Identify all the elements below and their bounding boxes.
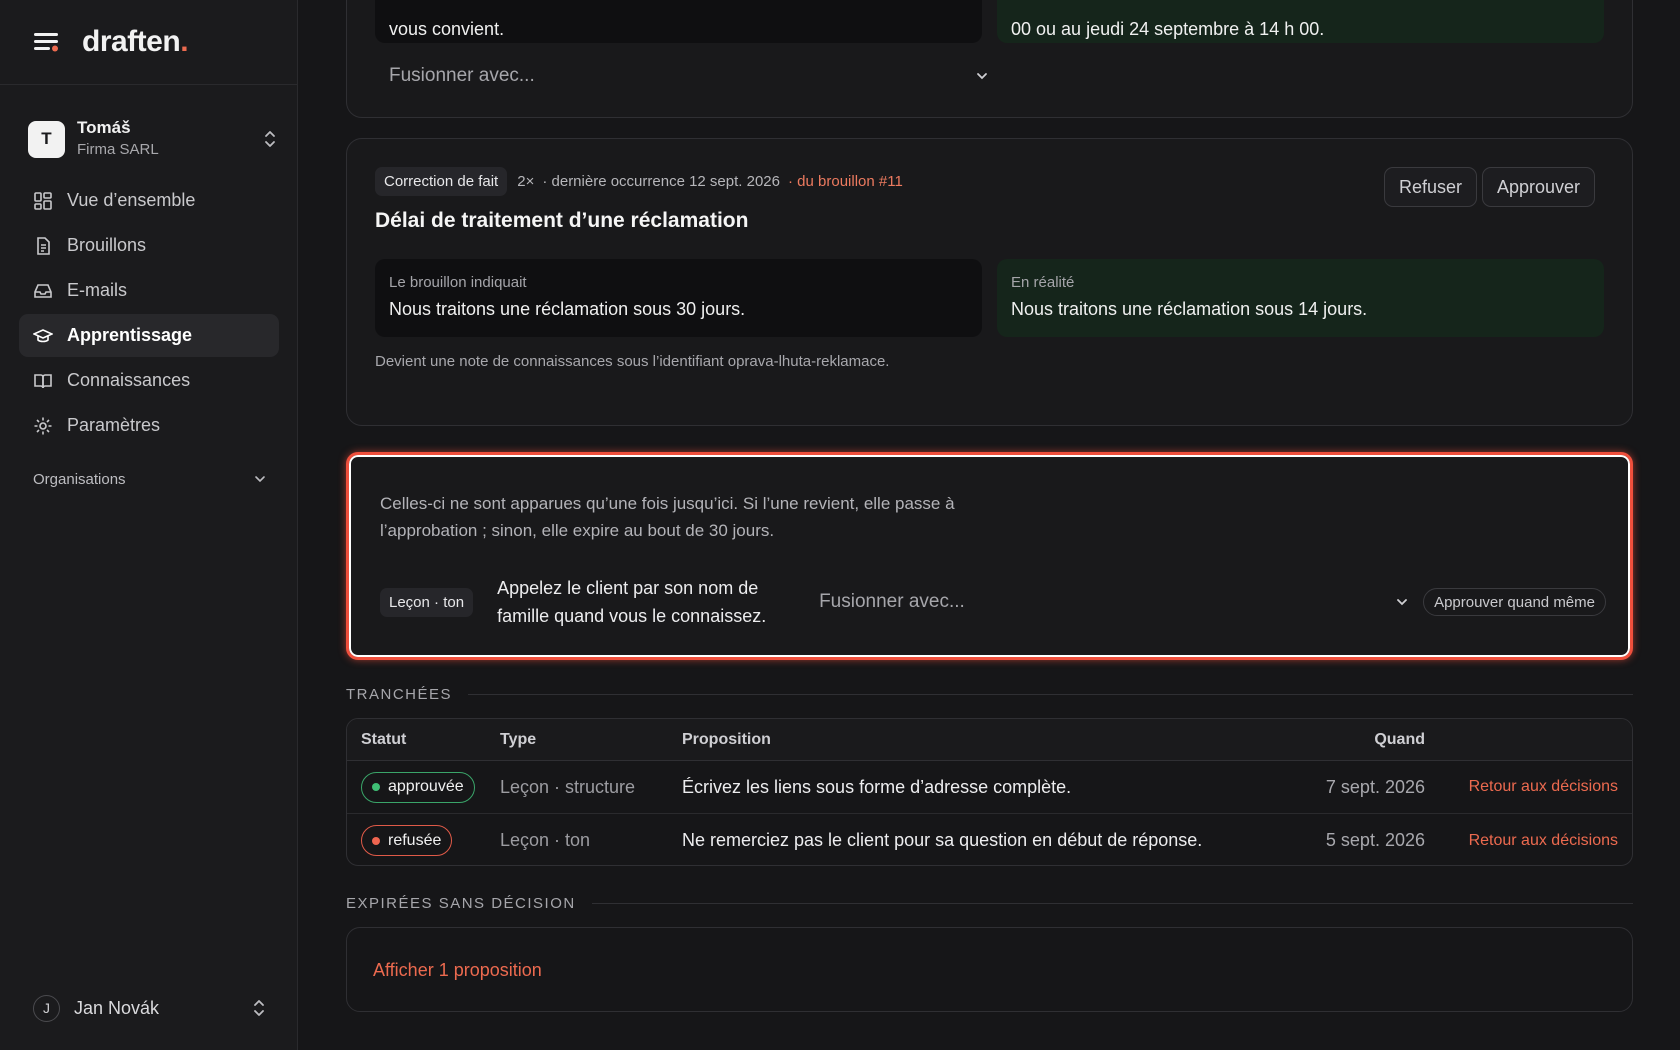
merge-with-select[interactable]: Fusionner avec... (389, 61, 989, 91)
reality-text: Nous traitons une réclamation sous 14 jo… (1011, 299, 1368, 319)
row-type: Leçon · ton (500, 830, 591, 850)
fact-correction-card: Correction de fait 2× · dernière occurre… (346, 138, 1633, 426)
single-card-inner: Celles-ci ne sont apparues qu’une fois j… (354, 460, 1625, 652)
status-badge: approuvée (361, 771, 475, 803)
organisations-label: Organisations (33, 470, 126, 488)
approve-anyway-button[interactable]: Approuver quand même (1423, 588, 1606, 616)
proposal-card-partial: vous convient. 00 ou au jeudi 24 septemb… (346, 0, 1633, 118)
lesson-text: Appelez le client par son nom de famille… (497, 578, 767, 626)
merge-select-value: Fusionner avec... (389, 65, 535, 86)
org-company: Firma SARL (77, 141, 159, 158)
reality-quote-box: En réalité Nous traitons une réclamation… (997, 259, 1604, 337)
knowledge-note: Devient une note de connaissances sous l… (375, 353, 890, 370)
row-date: 5 sept. 2026 (1325, 830, 1425, 850)
chevron-down-icon (977, 73, 987, 80)
occurrence-count: 2× (517, 173, 535, 190)
approve-button[interactable]: Approuver (1482, 167, 1596, 207)
last-occurrence: · dernière occurrence 12 sept. 2026 (542, 173, 780, 190)
nav-label: Brouillons (67, 235, 147, 255)
gear-icon (33, 416, 53, 436)
decided-section-title: TRANCHÉES (346, 686, 1633, 703)
row-proposal: Ne remerciez pas le client pour sa quest… (682, 830, 1203, 850)
status-dot (372, 783, 380, 791)
sidebar-header: draften. (0, 0, 297, 85)
app-logo[interactable]: draften. (82, 25, 189, 59)
menu-icon[interactable] (32, 30, 60, 54)
table-header: Statut Type Proposition Quand (347, 719, 1632, 761)
draft-text: Nous traitons une réclamation sous 30 jo… (389, 299, 746, 319)
back-to-decisions-link[interactable]: Retour aux décisions (1425, 778, 1632, 796)
single-card-description: Celles-ci ne sont apparues qu’une fois j… (380, 494, 955, 540)
nav-item-learning[interactable]: Apprentissage (19, 314, 279, 357)
draft-quote-box: Le brouillon indiquait Nous traitons une… (375, 259, 982, 337)
back-to-decisions-link[interactable]: Retour aux décisions (1425, 832, 1632, 850)
table-row: refusée Leçon · ton Ne remerciez pas le … (347, 814, 1632, 865)
nav-label: Vue d’ensemble (67, 190, 196, 210)
section-label: EXPIRÉES SANS DÉCISION (346, 895, 576, 912)
user-avatar: J (33, 994, 60, 1022)
expired-card: Afficher 1 proposition (346, 927, 1633, 1012)
nav-label: Connaissances (67, 370, 191, 390)
col-when: Quand (1374, 730, 1425, 748)
nav-label: Paramètres (67, 415, 161, 435)
proposal-meta: Correction de fait 2× · dernière occurre… (375, 167, 903, 196)
nav-label: E-mails (67, 280, 128, 300)
reality-label: En réalité (1011, 274, 1075, 291)
chevron-updown-icon (265, 131, 275, 147)
lesson-row: Leçon · ton Appelez le client par son no… (380, 570, 1626, 634)
merge-select-value: Fusionner avec... (819, 591, 965, 612)
main-nav: Vue d’ensemble Brouillons E-mails Appren… (19, 179, 279, 449)
reality-quote-box: 00 ou au jeudi 24 septembre à 14 h 00. (997, 0, 1604, 43)
proposal-type-tag: Correction de fait (375, 167, 508, 196)
document-icon (33, 236, 53, 256)
graduation-cap-icon (33, 326, 53, 346)
org-name: Tomáš (77, 118, 131, 137)
organisations-toggle[interactable]: Organisations (33, 467, 267, 491)
col-proposal: Proposition (682, 730, 771, 748)
section-label: TRANCHÉES (346, 686, 453, 703)
row-date: 7 sept. 2026 (1325, 776, 1425, 797)
chevron-down-icon (1397, 599, 1407, 606)
table-row: approuvée Leçon · structure Écrivez les … (347, 761, 1632, 814)
merge-with-select[interactable]: Fusionner avec... (819, 587, 1409, 617)
lesson-type-tag: Leçon · ton (380, 587, 474, 617)
draft-reference-link[interactable]: · du brouillon #11 (788, 173, 903, 190)
nav-item-overview[interactable]: Vue d’ensemble (19, 179, 279, 222)
draft-quote-text: vous convient. (389, 19, 505, 39)
draft-label: Le brouillon indiquait (389, 274, 527, 291)
col-type: Type (500, 730, 537, 748)
expired-section-title: EXPIRÉES SANS DÉCISION (346, 895, 1633, 912)
nav-label: Apprentissage (67, 325, 193, 345)
org-switcher[interactable]: T Tomáš Firma SARL (28, 116, 278, 162)
col-status: Statut (361, 730, 407, 748)
reality-quote-text: 00 ou au jeudi 24 septembre à 14 h 00. (1011, 19, 1325, 39)
row-proposal: Écrivez les liens sous forme d’adresse c… (682, 776, 1072, 797)
proposal-title: Délai de traitement d’une réclamation (375, 209, 749, 232)
status-badge: refusée (361, 825, 453, 856)
show-expired-link[interactable]: Afficher 1 proposition (373, 960, 542, 981)
single-occurrence-card: Celles-ci ne sont apparues qu’une fois j… (346, 452, 1633, 660)
dashboard-icon (33, 191, 53, 211)
nav-item-knowledge[interactable]: Connaissances (19, 359, 279, 402)
status-dot (372, 836, 380, 845)
chevron-updown-icon (254, 1000, 264, 1016)
user-menu[interactable]: J Jan Novák (33, 993, 267, 1023)
sidebar: draften. T Tomáš Firma SARL Vue d’ensemb… (0, 0, 298, 1050)
nav-item-emails[interactable]: E-mails (19, 269, 279, 312)
main-content: vous convient. 00 ou au jeudi 24 septemb… (298, 0, 1680, 1050)
row-type: Leçon · structure (500, 776, 636, 797)
decided-table: Statut Type Proposition Quand approuvée … (346, 718, 1633, 866)
nav-item-settings[interactable]: Paramètres (19, 404, 279, 447)
divider (591, 903, 1633, 904)
org-avatar: T (28, 120, 65, 158)
draft-quote-box: vous convient. (375, 0, 982, 43)
reject-button[interactable]: Refuser (1384, 167, 1478, 207)
inbox-icon (33, 281, 53, 301)
user-name: Jan Novák (74, 997, 160, 1018)
nav-item-drafts[interactable]: Brouillons (19, 224, 279, 267)
divider (468, 694, 1633, 695)
chevron-down-icon (255, 476, 265, 483)
book-icon (33, 371, 53, 391)
